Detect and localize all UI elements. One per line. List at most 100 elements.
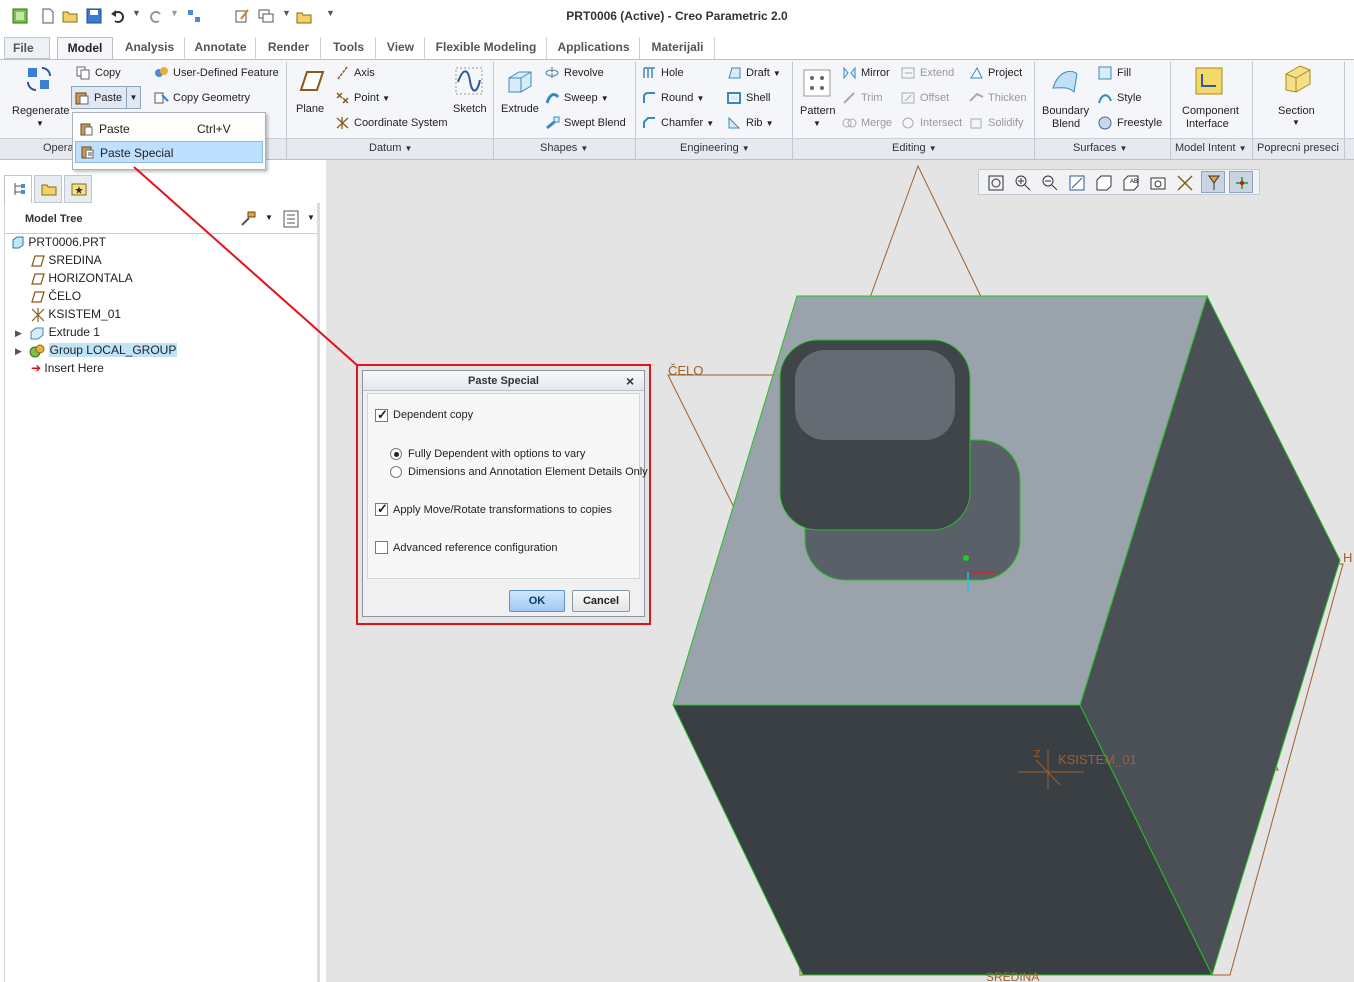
tab-annotate[interactable]: Annotate bbox=[186, 37, 256, 59]
menu-item-paste-special[interactable]: Paste Special bbox=[75, 141, 263, 163]
interface-label: Interface bbox=[1186, 118, 1229, 130]
ok-button[interactable]: OK bbox=[509, 590, 565, 612]
tab-favorites[interactable] bbox=[64, 175, 92, 203]
group-label-surfaces[interactable]: Surfaces ▼ bbox=[1073, 142, 1127, 154]
fill-button[interactable]: Fill bbox=[1098, 66, 1131, 80]
chevron-down-icon[interactable]: ▼ bbox=[307, 213, 315, 222]
tab-model-tree[interactable] bbox=[4, 175, 32, 203]
extrude-button[interactable]: Extrude bbox=[499, 62, 541, 122]
tree-item-extrude[interactable]: ▶ Extrude 1 bbox=[15, 323, 100, 341]
display-style-icon[interactable] bbox=[1095, 174, 1113, 192]
advanced-reference-checkbox[interactable] bbox=[375, 541, 388, 554]
solidify-icon bbox=[970, 118, 982, 129]
saved-orientations-icon[interactable]: AB bbox=[1122, 174, 1140, 192]
tree-item-sredina[interactable]: SREDINA bbox=[31, 251, 102, 269]
intersect-button[interactable]: Intersect bbox=[901, 116, 962, 130]
fully-dependent-radio[interactable] bbox=[390, 448, 402, 460]
dimensions-only-radio[interactable] bbox=[390, 466, 402, 478]
draft-icon bbox=[728, 67, 741, 79]
tree-item-insert-here[interactable]: ➔ Insert Here bbox=[31, 359, 104, 377]
zoom-in-icon[interactable] bbox=[1014, 174, 1032, 192]
mirror-button[interactable]: Mirror bbox=[842, 66, 890, 80]
apply-transform-checkbox[interactable]: ✓ bbox=[375, 501, 388, 516]
group-label-editing[interactable]: Editing ▼ bbox=[892, 142, 937, 154]
tree-item-ksistem[interactable]: KSISTEM_01 bbox=[31, 305, 121, 323]
boundary-blend-button[interactable]: Boundary Blend bbox=[1040, 62, 1092, 134]
tab-tools[interactable]: Tools bbox=[322, 37, 376, 59]
group-label-operations[interactable]: Opera bbox=[43, 142, 74, 154]
tab-file[interactable]: File ▼ bbox=[4, 37, 50, 74]
rib-button[interactable]: Rib ▼ bbox=[727, 116, 774, 130]
group-label-engineering[interactable]: Engineering ▼ bbox=[680, 142, 750, 154]
tree-item-celo[interactable]: ČELO bbox=[31, 287, 81, 305]
component-interface-button[interactable]: Component Interface bbox=[1176, 62, 1246, 134]
boundary-blend-icon bbox=[1052, 70, 1078, 94]
menu-item-paste[interactable]: Paste Ctrl+V bbox=[75, 118, 263, 140]
refit-icon[interactable] bbox=[987, 174, 1005, 192]
axis-button[interactable]: Axis bbox=[335, 66, 375, 80]
project-button[interactable]: Project bbox=[969, 66, 1022, 80]
tab-view[interactable]: View bbox=[377, 37, 425, 59]
repaint-icon[interactable] bbox=[1068, 174, 1086, 192]
sweep-button[interactable]: Sweep ▼ bbox=[545, 91, 609, 105]
chamfer-button[interactable]: Chamfer ▼ bbox=[642, 116, 714, 130]
tree-item-group[interactable]: ▶ Group LOCAL_GROUP bbox=[15, 341, 178, 359]
hole-button[interactable]: Hole bbox=[642, 66, 684, 80]
tree-item-part[interactable]: PRT0006.PRT bbox=[11, 233, 106, 251]
zoom-out-icon[interactable] bbox=[1041, 174, 1059, 192]
copy-geometry-button[interactable]: Copy Geometry bbox=[154, 91, 250, 105]
copy-button[interactable]: Copy bbox=[76, 66, 121, 80]
coordinate-system-button[interactable]: Coordinate System bbox=[335, 116, 448, 130]
point-button[interactable]: Point ▼ bbox=[335, 91, 390, 105]
revolve-button[interactable]: Revolve bbox=[545, 66, 604, 80]
thicken-button[interactable]: Thicken bbox=[969, 91, 1027, 105]
annotation-display-toggle[interactable] bbox=[1201, 171, 1225, 193]
tab-applications[interactable]: Applications bbox=[548, 37, 640, 59]
tree-settings-icon[interactable] bbox=[239, 210, 257, 228]
pattern-button[interactable]: Pattern ▼ bbox=[797, 62, 837, 132]
draft-button[interactable]: Draft ▼ bbox=[727, 66, 781, 80]
show-options-icon[interactable] bbox=[283, 210, 299, 228]
paste-dropdown-arrow-icon[interactable]: ▼ bbox=[126, 87, 140, 108]
trim-button[interactable]: Trim bbox=[842, 91, 883, 105]
shell-button[interactable]: Shell bbox=[727, 91, 770, 105]
offset-button[interactable]: Offset bbox=[901, 91, 949, 105]
group-label-sections[interactable]: Poprecni preseci bbox=[1257, 142, 1339, 154]
extend-button[interactable]: Extend bbox=[901, 66, 954, 80]
tab-flexible-modeling[interactable]: Flexible Modeling bbox=[426, 37, 547, 59]
tab-model[interactable]: Model bbox=[57, 37, 113, 59]
extrude-icon bbox=[30, 327, 44, 340]
tab-analysis[interactable]: Analysis bbox=[115, 37, 185, 59]
datum-label-h: H bbox=[1343, 550, 1352, 565]
freestyle-button[interactable]: Freestyle bbox=[1098, 116, 1162, 130]
group-label-model-intent[interactable]: Model Intent ▼ bbox=[1175, 142, 1247, 154]
cancel-button[interactable]: Cancel bbox=[572, 590, 630, 612]
plane-button[interactable]: Plane bbox=[292, 62, 328, 122]
regenerate-button[interactable]: Regenerate ▼ bbox=[8, 62, 70, 134]
tab-materijali[interactable]: Materijali bbox=[641, 37, 715, 59]
merge-button[interactable]: Merge bbox=[842, 116, 892, 130]
section-button[interactable]: Section ▼ bbox=[1260, 62, 1340, 134]
swept-blend-button[interactable]: Swept Blend bbox=[545, 116, 626, 130]
paste-split-button[interactable]: Paste ▼ bbox=[71, 86, 141, 109]
paste-label: Paste bbox=[94, 91, 123, 104]
user-defined-feature-button[interactable]: User-Defined Feature bbox=[154, 66, 279, 80]
tab-render[interactable]: Render bbox=[257, 37, 321, 59]
solidify-button[interactable]: Solidify bbox=[969, 116, 1023, 130]
view-manager-icon[interactable] bbox=[1149, 174, 1167, 192]
close-icon[interactable]: × bbox=[626, 373, 634, 389]
expand-arrow-icon[interactable]: ▶ bbox=[15, 328, 22, 338]
expand-arrow-icon[interactable]: ▶ bbox=[15, 346, 22, 356]
spin-center-toggle[interactable] bbox=[1229, 171, 1253, 193]
sketch-button[interactable]: Sketch bbox=[449, 62, 489, 122]
style-button[interactable]: Style bbox=[1098, 91, 1141, 105]
dependent-copy-checkbox[interactable]: ✓ bbox=[375, 407, 388, 422]
round-button[interactable]: Round ▼ bbox=[642, 91, 704, 105]
chevron-down-icon[interactable]: ▼ bbox=[265, 213, 273, 222]
group-label-shapes[interactable]: Shapes ▼ bbox=[540, 142, 588, 154]
group-label-datum[interactable]: Datum ▼ bbox=[369, 142, 412, 154]
tab-folder-browser[interactable] bbox=[34, 175, 62, 203]
datum-display-icon[interactable] bbox=[1176, 174, 1194, 192]
paste-button[interactable]: Paste bbox=[75, 91, 122, 105]
tree-item-horizontala[interactable]: HORIZONTALA bbox=[31, 269, 133, 287]
